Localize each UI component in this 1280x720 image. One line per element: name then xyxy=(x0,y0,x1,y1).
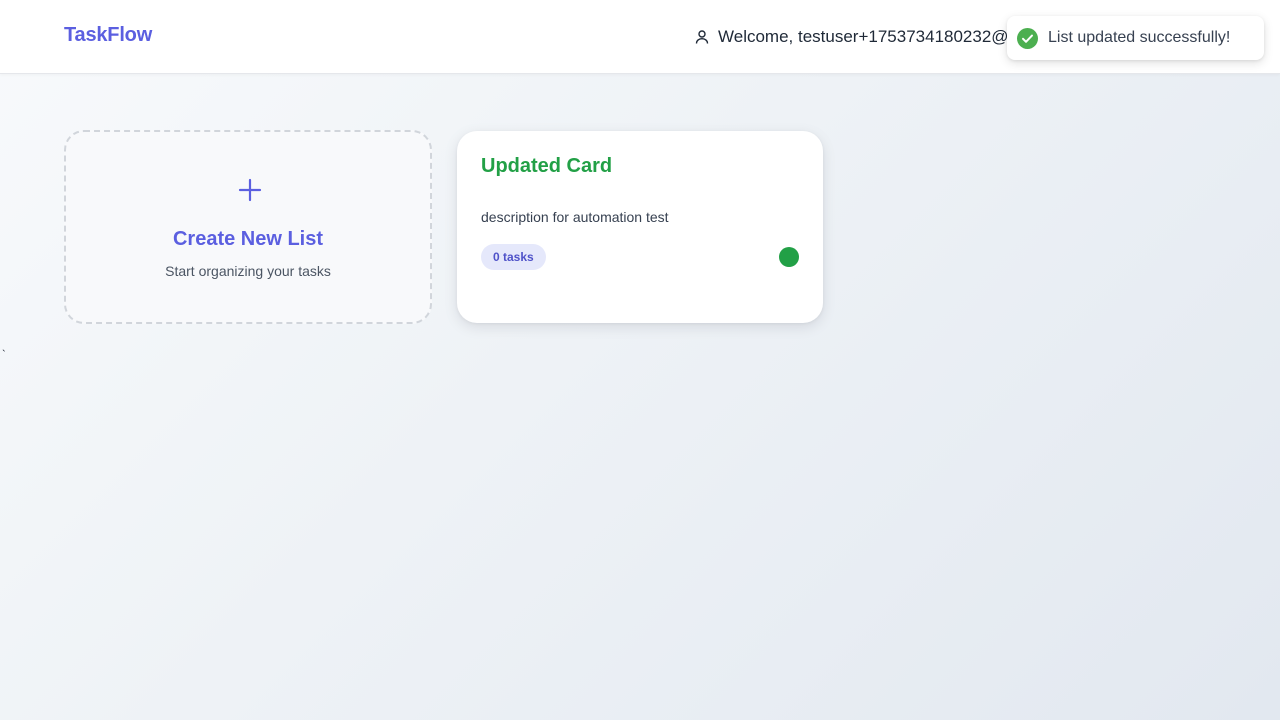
stray-character: ` xyxy=(2,349,6,361)
list-color-dot xyxy=(779,247,799,267)
list-card-title: Updated Card xyxy=(481,155,613,177)
success-toast[interactable]: List updated successfully! xyxy=(1007,16,1264,60)
list-card[interactable]: Updated Card description for automation … xyxy=(457,131,823,323)
welcome-text: Welcome, testuser+1753734180232@r xyxy=(718,27,1008,46)
create-new-list-card[interactable]: Create New List Start organizing your ta… xyxy=(64,130,432,324)
check-circle-icon xyxy=(1017,27,1038,49)
user-icon xyxy=(694,29,710,45)
user-welcome: Welcome, testuser+1753734180232@r xyxy=(694,26,1008,48)
create-list-subtitle: Start organizing your tasks xyxy=(165,263,331,279)
brand-logo[interactable]: TaskFlow xyxy=(64,24,152,47)
list-card-description: description for automation test xyxy=(481,209,669,225)
task-count-badge: 0 tasks xyxy=(481,244,546,270)
create-list-title: Create New List xyxy=(172,228,324,250)
toast-message: List updated successfully! xyxy=(1048,29,1231,46)
plus-icon xyxy=(238,178,262,202)
